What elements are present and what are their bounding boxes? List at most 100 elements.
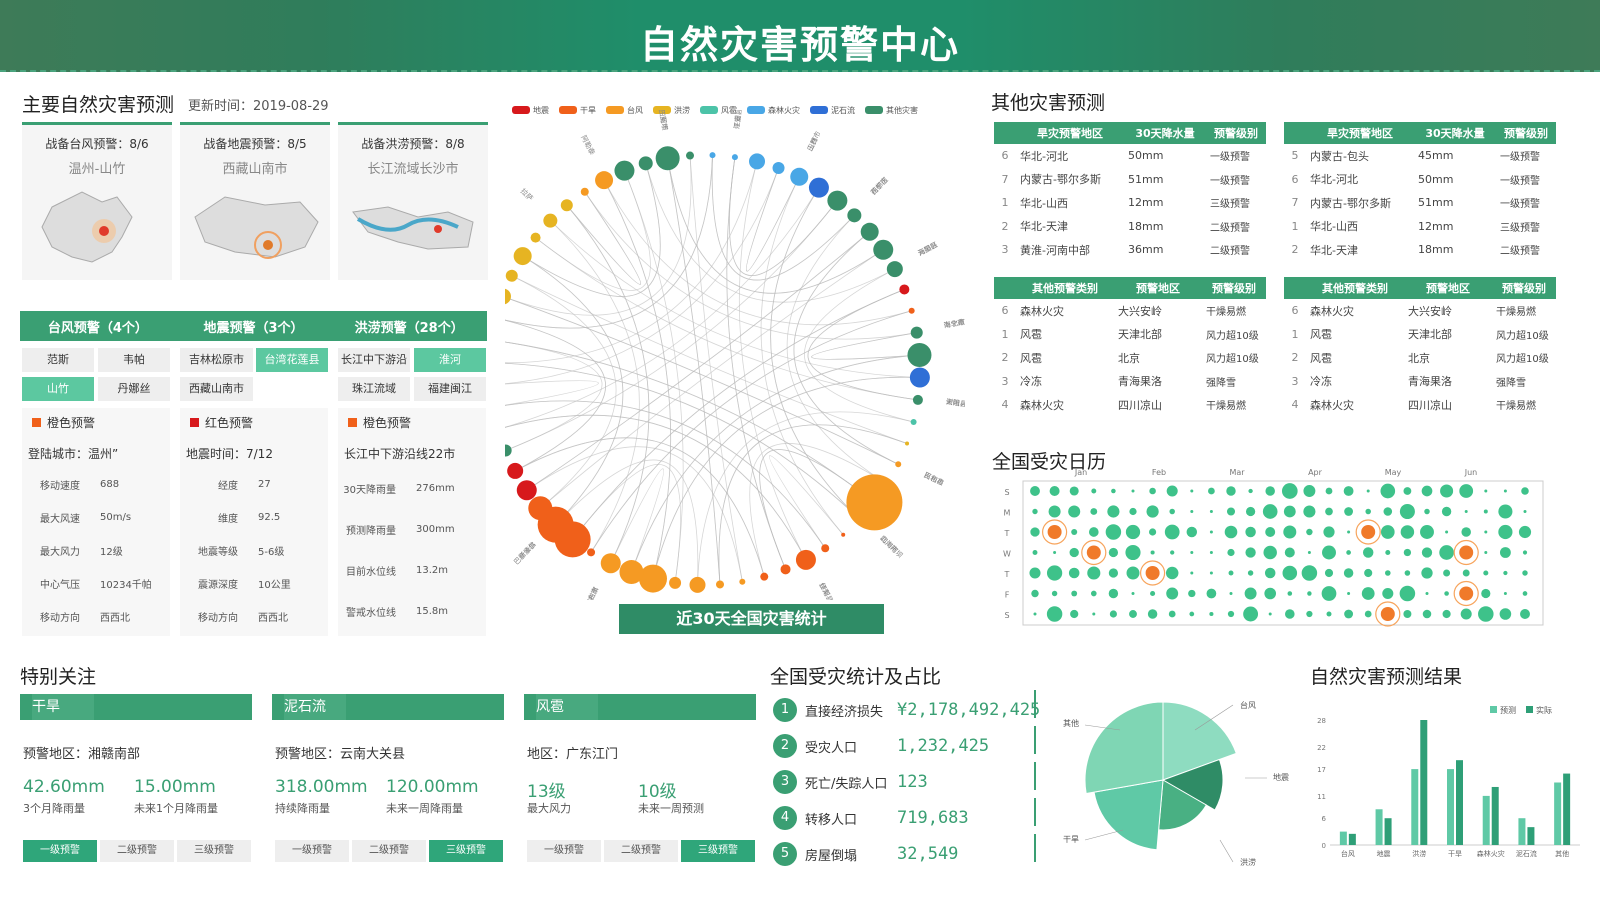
calendar-day-dot[interactable] [1048,505,1061,518]
level-button[interactable]: 二级预警 [604,840,678,862]
calendar-day-dot[interactable] [1483,570,1489,576]
calendar-day-dot[interactable] [1422,609,1432,619]
calendar-day-dot[interactable] [1051,590,1058,597]
calendar-day-dot[interactable] [1148,528,1157,536]
calendar-day-dot[interactable] [1125,524,1141,540]
network-node[interactable] [543,213,558,228]
calendar-day-dot[interactable] [1347,592,1351,595]
network-node[interactable] [886,261,903,278]
calendar-day-dot[interactable] [1108,588,1119,599]
table-row[interactable]: 3 黄淮-河南中部 36mm 二级预警 [994,238,1266,262]
calendar-day-dot[interactable] [1461,527,1471,537]
calendar-day-dot[interactable] [1503,570,1508,576]
calendar-day-dot[interactable] [1129,507,1137,516]
calendar-day-dot[interactable] [1169,508,1175,515]
calendar-day-dot[interactable] [1366,489,1370,493]
level-button[interactable]: 三级预警 [429,840,503,862]
calendar-day-dot[interactable] [1053,551,1057,554]
bar-forecast[interactable] [1518,818,1526,845]
calendar-day-dot[interactable] [1226,507,1236,516]
calendar-day-dot[interactable] [1443,569,1451,577]
calendar-day-dot[interactable] [1069,486,1079,496]
calendar-day-dot[interactable] [1109,610,1117,618]
calendar-day-dot[interactable] [1440,484,1454,498]
calendar-day-dot[interactable] [1282,565,1298,581]
table-row[interactable]: 6 华北-河北 50mm 一级预警 [1284,168,1556,192]
network-node[interactable] [841,532,846,537]
table-row[interactable]: 7 内蒙古-鄂尔多斯 51mm 一级预警 [1284,191,1556,215]
calendar-day-dot[interactable] [1165,566,1179,580]
bar-actual[interactable] [1384,818,1392,845]
network-node[interactable] [731,154,738,161]
calendar-day-dot[interactable] [1364,568,1373,578]
tab-quake[interactable]: 地震预警（3个） [176,317,332,336]
network-node[interactable] [638,156,653,171]
chip-flood[interactable]: 淮河 [414,348,486,372]
network-node[interactable] [909,367,930,388]
calendar-day-dot[interactable] [1190,489,1194,493]
calendar-day-dot[interactable] [1105,524,1122,540]
calendar-day-dot[interactable] [1324,568,1334,578]
network-node[interactable] [910,326,923,339]
calendar-day-dot[interactable] [1503,489,1507,493]
calendar-day-dot[interactable] [1382,587,1394,600]
bar-actual[interactable] [1491,786,1499,845]
calendar-day-dot[interactable] [1131,592,1135,595]
calendar-day-dot[interactable] [1168,610,1176,618]
network-node[interactable] [907,343,932,368]
calendar-day-dot[interactable] [1383,507,1393,516]
table-row[interactable]: 2 华北-天津 18mm 二级预警 [1284,238,1556,262]
calendar-day-dot[interactable] [1498,524,1513,540]
network-node[interactable] [580,187,589,196]
calendar-day-dot[interactable] [1032,550,1038,555]
calendar-day-dot[interactable] [1186,526,1198,538]
calendar-day-dot[interactable] [1424,508,1430,515]
calendar-day-dot[interactable] [1209,571,1213,575]
network-node[interactable] [899,284,910,295]
calendar-day-dot[interactable] [1306,610,1313,618]
calendar-day-dot[interactable] [1046,565,1063,581]
chip-typhoon[interactable]: 山竹 [22,377,94,401]
calendar-day-dot[interactable] [1523,510,1527,513]
calendar-day-dot[interactable] [1301,565,1318,581]
calendar-day-dot[interactable] [1108,568,1119,578]
chip-quake[interactable]: 台湾花莲县 [256,348,328,372]
calendar-day-dot[interactable] [1503,592,1507,595]
table-row[interactable]: 2 风雹 北京 风力超10级 [994,346,1266,370]
calendar-day-dot[interactable] [1462,569,1470,577]
table-row[interactable]: 3 冷冻 青海果洛 强降雪 [1284,370,1556,394]
focus-header[interactable]: 干旱 [20,694,252,720]
network-node[interactable] [528,496,553,521]
network-node[interactable] [655,146,680,171]
calendar-day-dot[interactable] [1425,592,1429,595]
focus-header[interactable]: 风雹 [524,694,756,720]
chip-typhoon[interactable]: 丹娜丝 [98,377,170,401]
chip-flood[interactable]: 长江中下游沿线 [338,348,410,390]
calendar-day-dot[interactable] [1208,487,1215,495]
calendar-day-dot[interactable] [1126,566,1140,580]
calendar-day-dot[interactable] [1484,489,1488,493]
network-node[interactable] [505,288,511,305]
network-node[interactable] [790,167,809,186]
network-node[interactable] [860,222,879,241]
calendar-day-dot[interactable] [1439,545,1454,560]
calendar-day-dot[interactable] [1091,488,1097,494]
calendar-day-dot[interactable] [1046,606,1063,622]
calendar-day-dot[interactable] [1224,525,1238,539]
tab-typhoon[interactable]: 台风预警（4个） [20,317,176,336]
table-row[interactable]: 1 华北-山西 12mm 三级预警 [1284,215,1556,239]
calendar-day-dot[interactable] [1150,550,1155,555]
level-button[interactable]: 一级预警 [527,840,601,862]
table-row[interactable]: 7 内蒙古-鄂尔多斯 51mm 一级预警 [994,168,1266,192]
calendar-day-dot[interactable] [1247,570,1254,576]
calendar-hot-dot[interactable] [1145,566,1160,580]
calendar-hot-dot[interactable] [1361,525,1376,539]
bar-actual[interactable] [1348,833,1356,845]
table-row[interactable]: 1 风雹 天津北部 风力超10级 [994,323,1266,347]
rose-slice[interactable] [1084,701,1164,795]
network-node[interactable] [614,160,635,181]
calendar-day-dot[interactable] [1384,570,1391,576]
calendar-day-dot[interactable] [1344,507,1354,516]
table-row[interactable]: 6 华北-河北 50mm 一级预警 [994,144,1266,168]
network-node[interactable] [619,560,644,585]
